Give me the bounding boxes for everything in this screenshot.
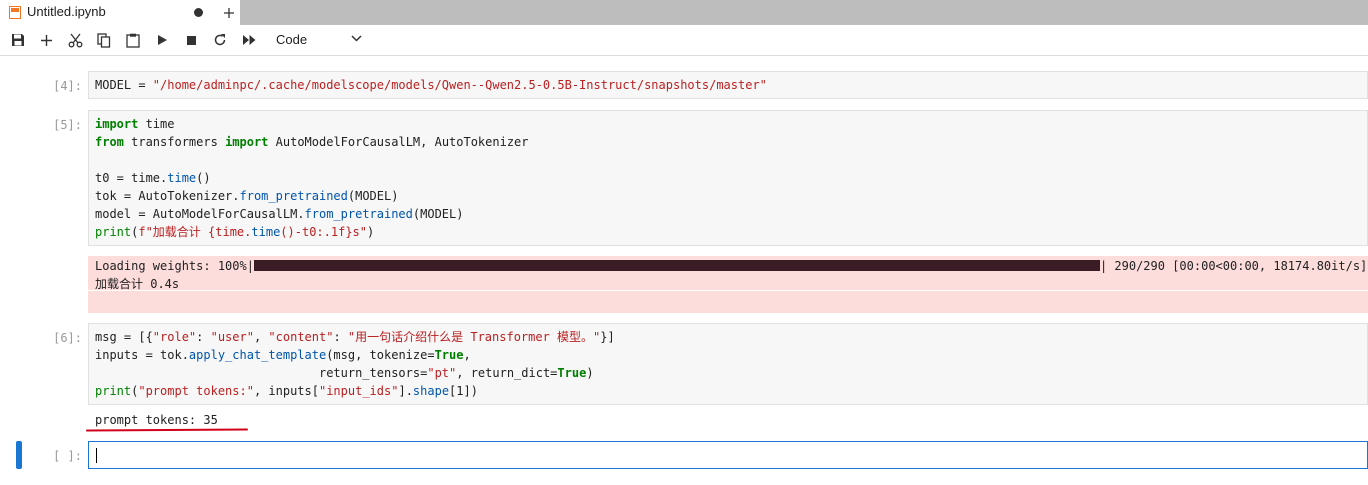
stderr-output: Loading weights: 100%| | 290/290 [00:00<0… [88, 256, 1368, 313]
code-line: msg = [{"role": "user", "content": "用一句话… [95, 330, 615, 344]
code-line: inputs = tok.apply_chat_template(msg, to… [95, 348, 471, 362]
stop-icon [186, 35, 196, 45]
output-text: prompt tokens: 35 [95, 413, 218, 427]
text-caret [96, 448, 97, 463]
chevron-down-icon [351, 35, 362, 42]
progress-stats: | 290/290 [00:00<00:00, 18174.80it/s] [1099, 259, 1368, 273]
notebook-icon [9, 6, 21, 19]
copy-icon [97, 32, 111, 48]
code-line: print("prompt tokens:", inputs["input_id… [95, 384, 478, 398]
code-cell[interactable]: msg = [{"role": "user", "content": "用一句话… [88, 323, 1368, 405]
unsaved-dot-icon[interactable] [194, 8, 203, 17]
add-icon [223, 7, 234, 18]
code-line: import time [95, 117, 175, 131]
code-line: model = AutoModelForCausalLM.from_pretra… [95, 207, 464, 221]
progress-bar [253, 260, 1100, 271]
cut-button[interactable] [66, 31, 84, 49]
notebook-toolbar: Code [0, 25, 1368, 56]
code-line: print(f"加载合计 {time.time()-t0:.1f}s") [95, 225, 375, 239]
code-cell[interactable]: MODEL = "/home/adminpc/.cache/modelscope… [88, 71, 1368, 99]
cell-type-dropdown[interactable]: Code [268, 29, 370, 51]
output-divider [88, 290, 1368, 291]
active-code-cell[interactable] [88, 441, 1368, 469]
insert-cell-button[interactable] [37, 31, 55, 49]
tab-title: Untitled.ipynb [27, 4, 106, 19]
active-cell-indicator [16, 441, 22, 469]
stop-button[interactable] [182, 31, 200, 49]
tab-bar: Untitled.ipynb [0, 0, 1368, 25]
cell-prompt: [6]: [53, 331, 82, 345]
save-icon [12, 34, 24, 46]
restart-button[interactable] [211, 31, 229, 49]
copy-button[interactable] [95, 31, 113, 49]
code-line: return_tensors="pt", return_dict=True) [95, 366, 594, 380]
paste-button[interactable] [124, 31, 142, 49]
cell-type-value: Code [276, 32, 308, 47]
cell-prompt: [5]: [53, 118, 82, 132]
save-button[interactable] [9, 31, 27, 49]
fast-forward-icon [242, 35, 255, 45]
run-button[interactable] [153, 31, 171, 49]
code-line: t0 = time.time() [95, 171, 211, 185]
paste-icon [126, 33, 140, 48]
add-icon [40, 34, 52, 46]
cell-prompt: [ ]: [53, 449, 82, 463]
code-line: MODEL = "/home/adminpc/.cache/modelscope… [95, 78, 767, 92]
cut-icon [68, 33, 82, 47]
code-cell[interactable]: import time from transformers import Auto… [88, 110, 1368, 246]
new-tab-button[interactable] [216, 0, 241, 25]
progress-label: Loading weights: 100%| [95, 259, 254, 273]
restart-run-all-button[interactable] [240, 31, 258, 49]
cell-prompt: [4]: [53, 79, 82, 93]
run-icon [158, 35, 167, 45]
notebook-tab[interactable]: Untitled.ipynb [0, 0, 241, 25]
red-underline-annotation [85, 428, 249, 432]
code-line: tok = AutoTokenizer.from_pretrained(MODE… [95, 189, 399, 203]
restart-icon [214, 34, 226, 46]
code-line: from transformers import AutoModelForCau… [95, 135, 529, 149]
